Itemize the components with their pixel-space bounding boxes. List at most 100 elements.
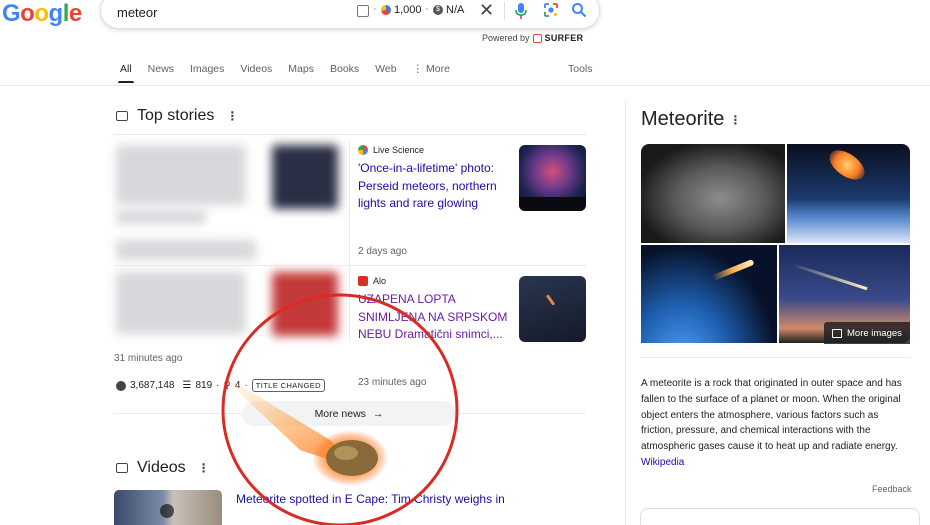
- tab-more[interactable]: ⋮ More: [405, 63, 458, 83]
- feedback-link[interactable]: Feedback: [872, 484, 912, 494]
- blurred-story-text: [116, 145, 246, 205]
- story-time: 2 days ago: [358, 246, 407, 257]
- next-panel-card: [640, 508, 920, 525]
- videos-heading: Videos ⋮: [116, 459, 210, 477]
- live-science-logo-icon: [358, 145, 368, 155]
- divider: [504, 2, 505, 20]
- search-icon[interactable]: [571, 2, 587, 18]
- news-source: Alo: [358, 276, 508, 286]
- more-options-icon[interactable]: ⋮: [226, 109, 238, 123]
- more-news-button[interactable]: More news →: [242, 401, 456, 426]
- search-input[interactable]: meteor: [117, 5, 157, 20]
- google-logo[interactable]: Google: [2, 0, 82, 28]
- word-count-icon: ☰: [182, 380, 192, 391]
- newspaper-icon: [116, 111, 128, 121]
- thumbnail-ground: [519, 197, 586, 211]
- story-thumbnail[interactable]: [519, 145, 586, 211]
- tab-books[interactable]: Books: [322, 63, 367, 83]
- divider: [641, 357, 910, 358]
- tools-button[interactable]: Tools: [568, 63, 593, 75]
- surfer-metrics-row: 3,687,148 ☰ 819 · ⚲ 4 · TITLE CHANGED: [116, 379, 325, 392]
- blurred-story-thumbnail: [272, 145, 338, 209]
- tab-maps[interactable]: Maps: [280, 63, 322, 83]
- video-thumbnail[interactable]: [114, 490, 222, 525]
- word-count-value: 819: [195, 380, 213, 391]
- meteor-streak: [545, 294, 556, 306]
- meteor-highlight: [334, 446, 358, 460]
- separator-dot: ·: [373, 3, 377, 15]
- tab-images[interactable]: Images: [182, 63, 232, 83]
- story-headline[interactable]: UZAPENA LOPTA SNIMLJENA NA SRPSKOM NEBU …: [358, 291, 508, 343]
- blurred-story-text: [116, 272, 246, 334]
- separator-dot: ·: [216, 380, 220, 391]
- more-news-label: More news: [314, 407, 366, 420]
- more-images-button[interactable]: More images: [824, 322, 910, 344]
- more-images-label: More images: [847, 327, 902, 339]
- knowledge-panel-title: Meteorite ⋮: [641, 108, 741, 131]
- description-text: A meteorite is a rock that originated in…: [641, 378, 902, 453]
- header-divider: [0, 85, 930, 86]
- tab-all[interactable]: All: [112, 63, 140, 83]
- fireball: [824, 144, 870, 186]
- surfer-logo-icon: [532, 33, 542, 43]
- visits-icon: [116, 380, 126, 391]
- search-tabs: All News Images Videos Maps Books Web ⋮ …: [112, 63, 458, 83]
- surfer-brand[interactable]: SURFER: [545, 33, 584, 43]
- meteor-streak: [790, 262, 868, 291]
- story-headline[interactable]: 'Once-in-a-lifetime' photo: Perseid mete…: [358, 160, 508, 212]
- video-play-icon: [116, 463, 128, 473]
- tab-more-label: More: [426, 63, 450, 75]
- divider: [349, 140, 350, 342]
- panel-divider: [625, 100, 626, 525]
- surfer-checkbox[interactable]: [357, 5, 369, 17]
- news-story[interactable]: Live Science 'Once-in-a-lifetime' photo:…: [358, 145, 508, 212]
- clear-icon[interactable]: ✕: [479, 0, 494, 21]
- tab-videos[interactable]: Videos: [232, 63, 280, 83]
- more-dots-icon: ⋮: [412, 63, 426, 75]
- blurred-story-text: [116, 210, 206, 224]
- source-name: Live Science: [373, 145, 425, 155]
- more-options-icon[interactable]: ⋮: [729, 113, 741, 127]
- entity-title: Meteorite: [641, 108, 725, 130]
- keyword-count-value: 4: [234, 380, 241, 391]
- story-thumbnail[interactable]: [519, 276, 586, 342]
- volume-icon: [381, 5, 391, 15]
- keyword-icon: ⚲: [223, 380, 231, 391]
- play-icon: [160, 504, 174, 518]
- wikipedia-link[interactable]: Wikipedia: [641, 457, 684, 468]
- meteor-rock: [326, 440, 378, 476]
- entity-description: A meteorite is a rock that originated in…: [641, 376, 911, 471]
- surfer-powered-by: Powered by SURFER: [482, 33, 583, 43]
- video-title[interactable]: Meteorite spotted in E Cape: Tim Christy…: [236, 492, 505, 506]
- story-time: 23 minutes ago: [358, 377, 427, 388]
- powered-by-label: Powered by: [482, 33, 530, 43]
- separator-dot: ·: [244, 380, 248, 391]
- cpc-metric: $ N/A: [433, 4, 464, 16]
- blurred-story-thumbnail: [272, 272, 338, 336]
- blurred-story-text: [116, 240, 256, 260]
- tab-news[interactable]: News: [140, 63, 182, 83]
- arrow-right-icon: →: [372, 407, 384, 420]
- search-box[interactable]: meteor · 1,000 · $ N/A ✕: [100, 0, 600, 29]
- image-icon: [832, 328, 842, 338]
- tab-web[interactable]: Web: [367, 63, 404, 83]
- source-name: Alo: [373, 276, 387, 286]
- top-stories-title: Top stories: [137, 107, 215, 124]
- google-lens-icon[interactable]: [543, 2, 559, 18]
- meteor-entry-image[interactable]: [787, 144, 910, 243]
- news-story[interactable]: Alo UZAPENA LOPTA SNIMLJENA NA SRPSKOM N…: [358, 276, 508, 343]
- dollar-icon: $: [433, 5, 443, 15]
- visits-value: 3,687,148: [130, 380, 175, 391]
- top-stories-heading: Top stories ⋮: [116, 107, 238, 125]
- meteor-glow: [312, 430, 388, 486]
- divider: [114, 413, 242, 414]
- microphone-icon[interactable]: [514, 2, 528, 20]
- news-source: Live Science: [358, 145, 508, 155]
- story-time: 31 minutes ago: [114, 353, 183, 364]
- cpc-value: N/A: [446, 4, 465, 16]
- meteor-streak: [711, 258, 755, 282]
- meteorite-image[interactable]: [641, 144, 785, 243]
- more-options-icon[interactable]: ⋮: [198, 461, 210, 475]
- alo-logo-icon: [358, 276, 368, 286]
- meteor-earth-image[interactable]: [641, 245, 777, 343]
